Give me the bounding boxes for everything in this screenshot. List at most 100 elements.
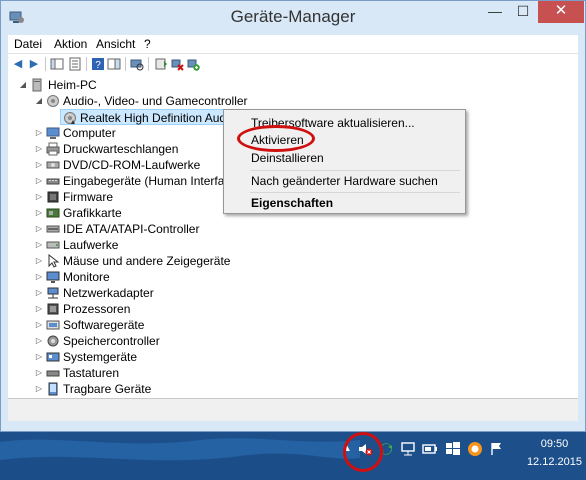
expand-icon[interactable]: ▷ [34,253,44,269]
tree-category-audio[interactable]: ◢ Audio-, Video- und Gamecontroller [8,93,258,109]
tree-category-label: Druckwarteschlangen [63,142,179,156]
expand-icon[interactable]: ▷ [34,333,44,349]
menu-item-uninstall[interactable]: Deinstallieren [251,151,324,165]
firmware-icon [47,191,59,203]
expand-icon[interactable]: ▷ [34,349,44,365]
scan-hardware-icon[interactable] [130,57,144,71]
minimize-button[interactable]: — [481,1,509,23]
highlight-circle-activate [237,125,315,152]
processor-icon [47,303,59,315]
tree-root-label: Heim-PC [48,78,97,92]
collapse-icon[interactable]: ◢ [18,77,28,93]
enable-device-icon[interactable] [186,57,200,71]
tree-category-ide[interactable]: ▷ IDE ATA/ATAPI-Controller [8,221,228,237]
tree-category-label: Firmware [63,190,113,204]
maximize-button[interactable]: ☐ [509,1,537,23]
forward-icon[interactable]: ▶ [27,57,41,71]
tree-category-label: Prozessoren [63,302,131,316]
menu-datei[interactable]: Datei [14,37,42,51]
expand-icon[interactable]: ▷ [34,189,44,205]
clock-date: 12.12.2015 [526,456,582,468]
tree-category-processors[interactable]: ▷ Prozessoren [8,301,228,317]
tree-category-label: Computer [63,126,116,140]
tree-category-dvd[interactable]: ▷ DVD/CD-ROM-Laufwerke [8,157,228,173]
highlight-circle-speaker [343,432,383,472]
tree-category-label: Systemgeräte [63,350,138,364]
expand-icon[interactable]: ▷ [34,285,44,301]
tree-root[interactable]: ◢ Heim-PC [8,77,208,93]
tree-category-storage[interactable]: ▷ Speichercontroller [8,333,228,349]
menu-aktion[interactable]: Aktion [54,37,87,51]
update-driver-icon[interactable] [154,57,168,71]
monitor-icon [46,271,60,283]
tree-category-mice[interactable]: ▷ Mäuse und andere Zeigegeräte [8,253,231,269]
tree-device-realtek[interactable]: Realtek High Definition Audio [60,109,235,125]
tree-category-label: Tragbare Geräte [63,382,152,396]
expand-icon[interactable]: ▷ [34,125,44,141]
tree-category-computer[interactable]: ▷ Computer [8,125,228,141]
properties-icon[interactable] [68,57,82,71]
tree-category-keyboards[interactable]: ▷ Tastaturen [8,365,228,381]
action-pane-icon[interactable] [107,57,121,71]
computer-icon [46,127,60,139]
clock-time: 09:50 [540,438,569,450]
show-hide-console-tree-icon[interactable] [50,57,64,71]
input-device-icon [46,178,60,185]
expand-icon[interactable]: ▷ [34,173,44,189]
tree-category-label: Laufwerke [63,238,119,252]
tree-category-software[interactable]: ▷ Softwaregeräte [8,317,228,333]
tree-category-printqueues[interactable]: ▷ Druckwarteschlangen [8,141,228,157]
menu-help[interactable]: ? [144,37,151,51]
expand-icon[interactable]: ▷ [34,381,44,397]
avast-icon[interactable] [467,441,483,457]
expand-icon[interactable]: ▷ [34,317,44,333]
menu-bar: Datei Aktion Ansicht ? [8,35,578,53]
uninstall-device-icon[interactable] [170,57,184,71]
expand-icon[interactable]: ▷ [34,157,44,173]
help-icon[interactable]: ? [91,57,105,71]
back-icon[interactable]: ◀ [11,57,25,71]
tree-category-graphics[interactable]: ▷ Grafikkarte [8,205,228,221]
tree-category-system[interactable]: ▷ Systemgeräte [8,349,228,365]
expand-icon[interactable]: ▷ [34,205,44,221]
tree-category-firmware[interactable]: ▷ Firmware [8,189,228,205]
title-bar[interactable]: Geräte-Manager — ☐ ✕ [1,1,585,34]
tree-category-label: Speichercontroller [63,334,160,348]
tree-category-label: Mäuse und andere Zeigegeräte [63,254,231,268]
menu-item-scan-hardware[interactable]: Nach geänderter Hardware suchen [251,174,438,188]
expand-icon[interactable]: ▷ [34,301,44,317]
graphics-card-icon [46,208,60,218]
menu-ansicht[interactable]: Ansicht [96,37,135,51]
ide-controller-icon [46,225,60,233]
expand-icon[interactable]: ▷ [34,237,44,253]
expand-icon[interactable]: ▷ [34,269,44,285]
toolbar: ◀ ▶ ? [8,53,578,75]
software-device-icon [46,320,60,330]
network-icon[interactable] [400,441,416,457]
tree-category-label: IDE ATA/ATAPI-Controller [63,222,200,236]
system-clock[interactable]: 09:50 12.12.2015 [527,435,582,471]
tree-category-network[interactable]: ▷ Netzwerkadapter [8,285,228,301]
tree-category-monitors[interactable]: ▷ Monitore [8,269,228,285]
collapse-icon[interactable]: ◢ [34,93,44,109]
tree-category-portable[interactable]: ▷ Tragbare Geräte [8,381,228,397]
tree-category-hid[interactable]: ▷ Eingabegeräte (Human Interface [8,173,237,189]
mouse-icon [48,254,60,268]
expand-icon[interactable]: ▷ [34,221,44,237]
audio-controller-icon [47,95,59,107]
windows-icon[interactable] [445,441,461,457]
tree-category-drives[interactable]: ▷ Laufwerke [8,237,228,253]
menu-item-properties[interactable]: Eigenschaften [251,196,333,210]
close-button[interactable]: ✕ [538,1,584,23]
toolbar-separator [45,57,46,71]
flag-icon[interactable] [489,441,505,457]
expand-icon[interactable]: ▷ [34,141,44,157]
toolbar-separator [125,57,126,71]
tree-category-label: Grafikkarte [63,206,122,220]
computer-icon [32,78,42,92]
battery-icon[interactable] [422,441,438,457]
expand-icon[interactable]: ▷ [34,365,44,381]
tree-category-label: Eingabegeräte (Human Interface [63,174,238,188]
disk-drive-icon [46,241,60,249]
storage-controller-icon [47,335,59,347]
